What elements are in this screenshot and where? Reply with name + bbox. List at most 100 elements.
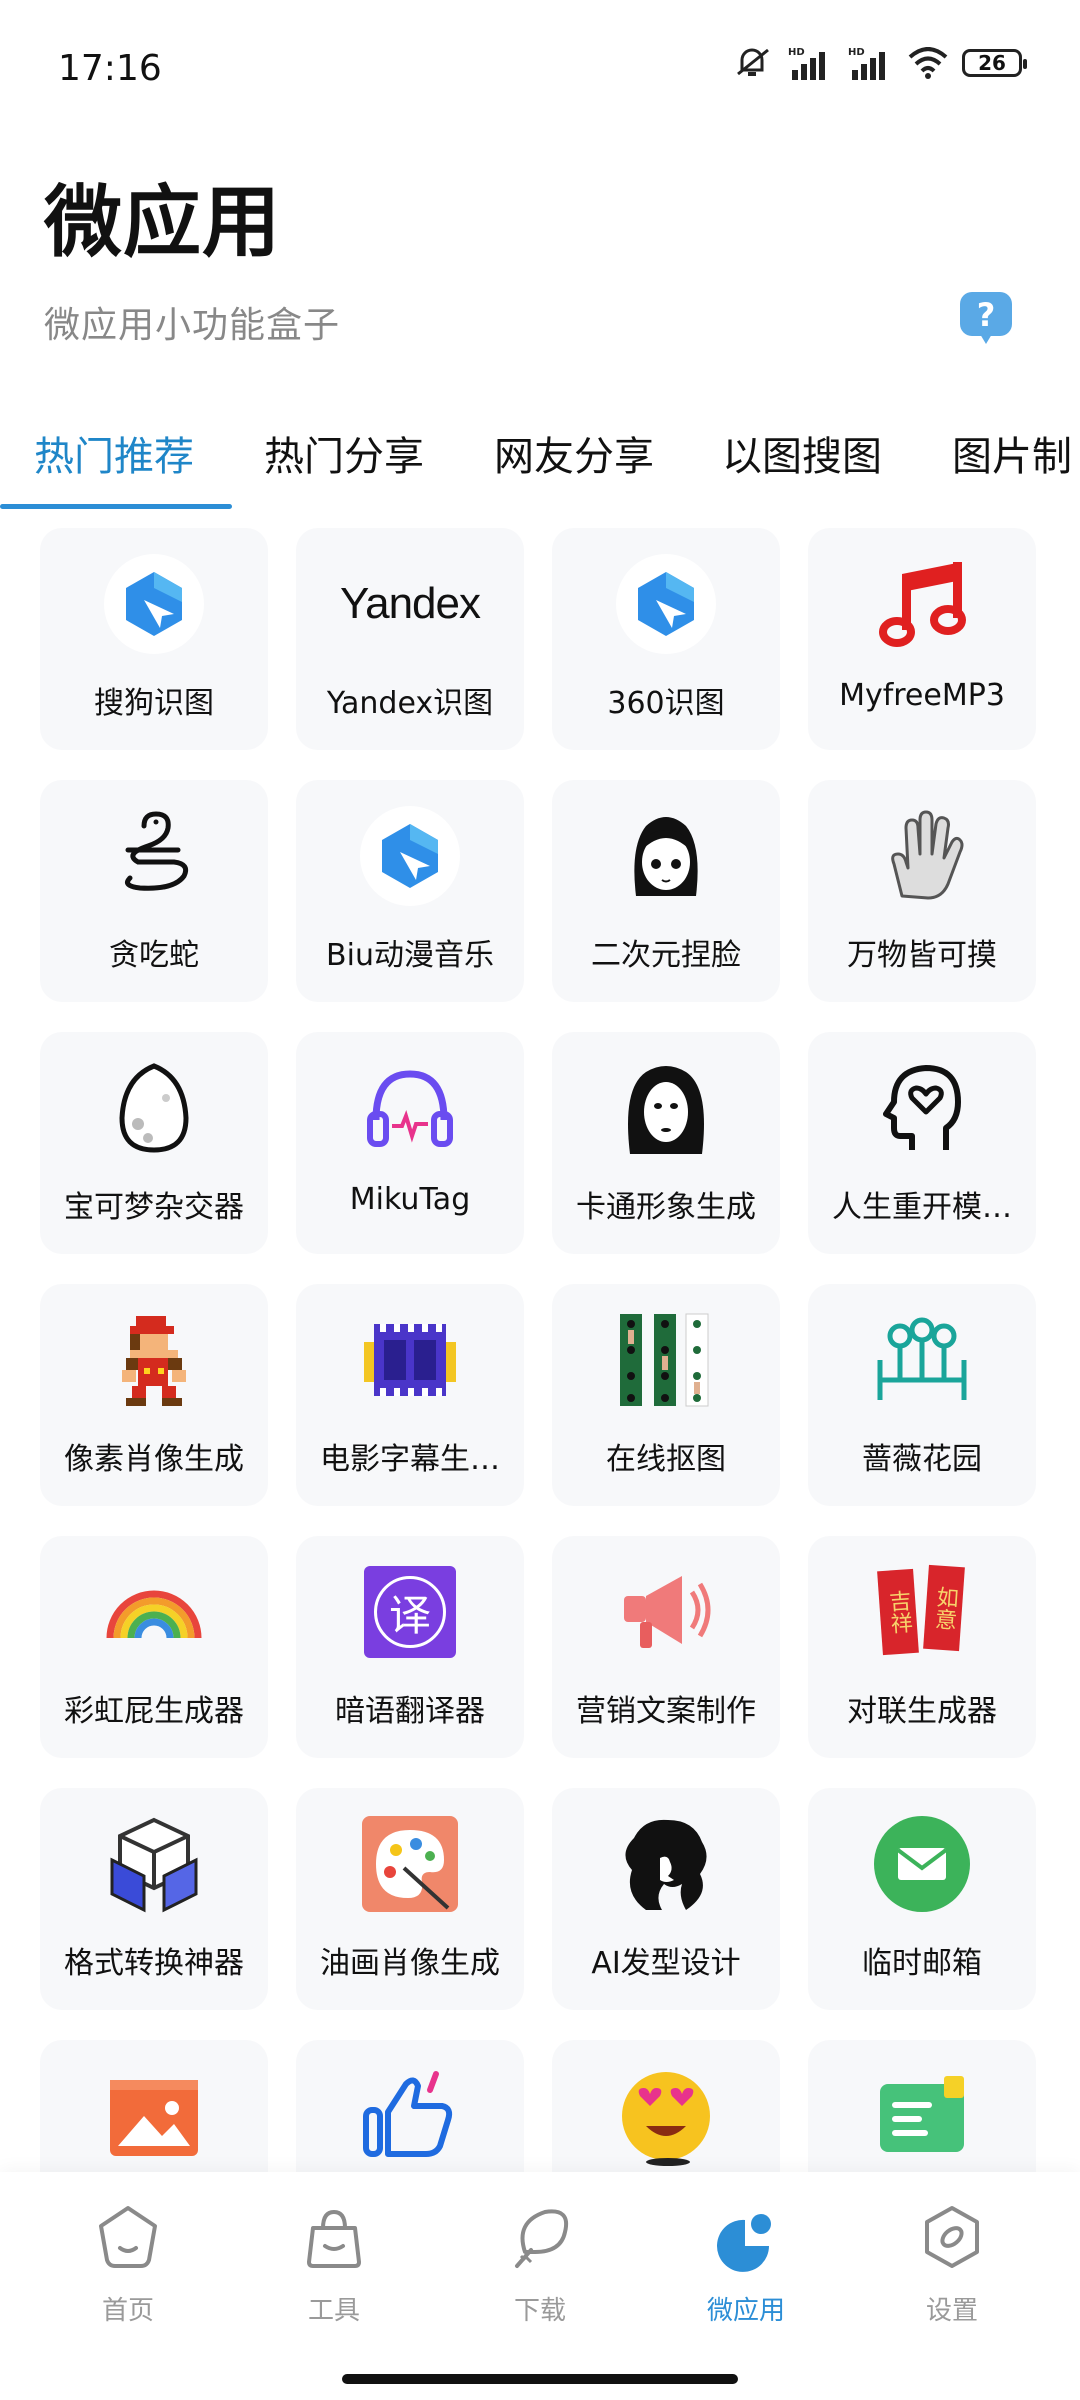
translate-glyph: 译 (388, 1590, 431, 1640)
app-card[interactable]: 搜狗识图 (40, 528, 268, 750)
translate-icon: 译 (360, 1562, 460, 1662)
app-label: 万物皆可摸 (847, 938, 997, 973)
nav-label: 工具 (307, 2296, 360, 2326)
battery-level: 26 (978, 51, 1006, 75)
nav-item-settings[interactable]: 设置 (872, 2202, 1032, 2342)
nav-label: 首页 (101, 2296, 154, 2326)
micro-app-icon (717, 2214, 771, 2272)
sim-card-icon (872, 2066, 972, 2166)
app-card[interactable]: 译 暗语翻译器 (296, 1536, 524, 1758)
blue-hexagon-icon (616, 554, 716, 654)
hand-icon (872, 806, 972, 906)
hd-signal-icon: HD (848, 47, 885, 80)
home-blob-icon (99, 2206, 157, 2268)
page-subtitle: 微应用小功能盒子 (44, 305, 341, 346)
mute-icon (737, 48, 769, 76)
app-card[interactable]: 油画肖像生成 (296, 1788, 524, 2010)
app-label: Biu动漫音乐 (326, 938, 494, 973)
hair-silhouette-icon (616, 1814, 716, 1914)
tab-hot-share[interactable]: 热门分享 (264, 424, 424, 482)
cutout-strip-icon (616, 1310, 716, 1410)
app-card[interactable]: 在线抠图 (552, 1284, 780, 1506)
app-card[interactable]: 彩虹屁生成器 (40, 1536, 268, 1758)
app-label: 360识图 (607, 686, 725, 721)
app-label: 贪吃蛇 (109, 938, 199, 973)
app-label: 二次元捏脸 (591, 938, 741, 973)
app-label: 营销文案制作 (576, 1694, 756, 1729)
app-card[interactable]: 二次元捏脸 (552, 780, 780, 1002)
tab-active-indicator (0, 504, 232, 509)
app-label: 人生重开模… (832, 1190, 1012, 1225)
bottom-nav: 首页 工具 下载 微应用 设置 (0, 2172, 1080, 2400)
app-card[interactable]: MyfreeMP3 (808, 528, 1036, 750)
app-card[interactable]: AI发型设计 (552, 1788, 780, 2010)
app-label: 宝可梦杂交器 (64, 1190, 244, 1225)
app-card[interactable]: 临时邮箱 (808, 1788, 1036, 2010)
app-card[interactable]: 卡通形象生成 (552, 1032, 780, 1254)
status-icons: HD HD 26 (734, 46, 1027, 80)
heart-eyes-emoji-icon (616, 2066, 716, 2166)
app-label: 像素肖像生成 (64, 1442, 244, 1477)
snake-icon (104, 806, 204, 906)
headphones-icon (360, 1058, 460, 1158)
rainbow-icon (104, 1562, 204, 1662)
app-card[interactable]: 蔷薇花园 (808, 1284, 1036, 1506)
nav-item-download[interactable]: 下载 (460, 2202, 620, 2342)
garden-icon (872, 1310, 972, 1410)
svg-text:HD: HD (788, 47, 805, 58)
app-card[interactable]: 人生重开模… (808, 1032, 1036, 1254)
nav-item-micro-app[interactable]: 微应用 (666, 2202, 826, 2342)
status-bar: 17:16 HD HD 26 (0, 0, 1080, 140)
app-card[interactable]: Biu动漫音乐 (296, 780, 524, 1002)
svg-text:HD: HD (848, 47, 865, 58)
app-card[interactable]: Yandex Yandex识图 (296, 528, 524, 750)
tab-image-search[interactable]: 以图搜图 (722, 424, 882, 482)
nav-label: 下载 (513, 2296, 566, 2326)
home-indicator[interactable] (342, 2374, 738, 2384)
image-icon (104, 2066, 204, 2166)
nav-item-home[interactable]: 首页 (48, 2202, 208, 2342)
app-label: 油画肖像生成 (320, 1946, 500, 1981)
app-card[interactable]: 宝可梦杂交器 (40, 1032, 268, 1254)
category-tabs: 热门推荐 热门分享 网友分享 以图搜图 图片制 (0, 410, 1080, 510)
app-label: 蔷薇花园 (862, 1442, 982, 1477)
svg-text:?: ? (977, 296, 996, 334)
wifi-icon (908, 47, 948, 79)
app-card[interactable]: 营销文案制作 (552, 1536, 780, 1758)
film-strip-icon (360, 1310, 460, 1410)
hd-signal-icon: HD (788, 47, 825, 80)
app-card[interactable]: 360识图 (552, 528, 780, 750)
palette-icon (360, 1814, 460, 1914)
question-bubble-icon[interactable]: ? (958, 290, 1014, 346)
app-label: 彩虹屁生成器 (64, 1694, 244, 1729)
tab-hot-recommend[interactable]: 热门推荐 (34, 424, 194, 482)
app-label: 对联生成器 (847, 1694, 997, 1729)
app-label: 卡通形象生成 (576, 1190, 756, 1225)
app-card[interactable]: 吉祥 如意 对联生成器 (808, 1536, 1036, 1758)
couplet-right-text: 如意 (930, 1585, 959, 1631)
settings-hex-icon (925, 2206, 979, 2268)
app-card[interactable]: MikuTag (296, 1032, 524, 1254)
app-card[interactable]: 电影字幕生… (296, 1284, 524, 1506)
app-label: 格式转换神器 (64, 1946, 244, 1981)
app-card[interactable]: 像素肖像生成 (40, 1284, 268, 1506)
battery-icon: 26 (962, 49, 1027, 77)
no-face-icon (616, 1058, 716, 1158)
bag-icon (307, 2209, 361, 2268)
page-title: 微应用 (44, 178, 282, 268)
app-label: MyfreeMP3 (839, 678, 1005, 713)
yandex-logo-icon: Yandex (310, 554, 510, 654)
nav-item-tools[interactable]: 工具 (254, 2202, 414, 2342)
app-card[interactable]: 格式转换神器 (40, 1788, 268, 2010)
head-heart-icon (872, 1058, 972, 1158)
tab-image-make[interactable]: 图片制 (952, 424, 1072, 482)
app-card[interactable]: 贪吃蛇 (40, 780, 268, 1002)
megaphone-icon (616, 1562, 716, 1662)
status-time: 17:16 (58, 48, 162, 89)
pixel-mario-icon (104, 1310, 204, 1410)
download-leaf-icon (515, 2209, 568, 2268)
app-label: 暗语翻译器 (335, 1694, 485, 1729)
app-card[interactable]: 万物皆可摸 (808, 780, 1036, 1002)
blue-hexagon-icon (360, 806, 460, 906)
tab-user-share[interactable]: 网友分享 (494, 424, 654, 482)
